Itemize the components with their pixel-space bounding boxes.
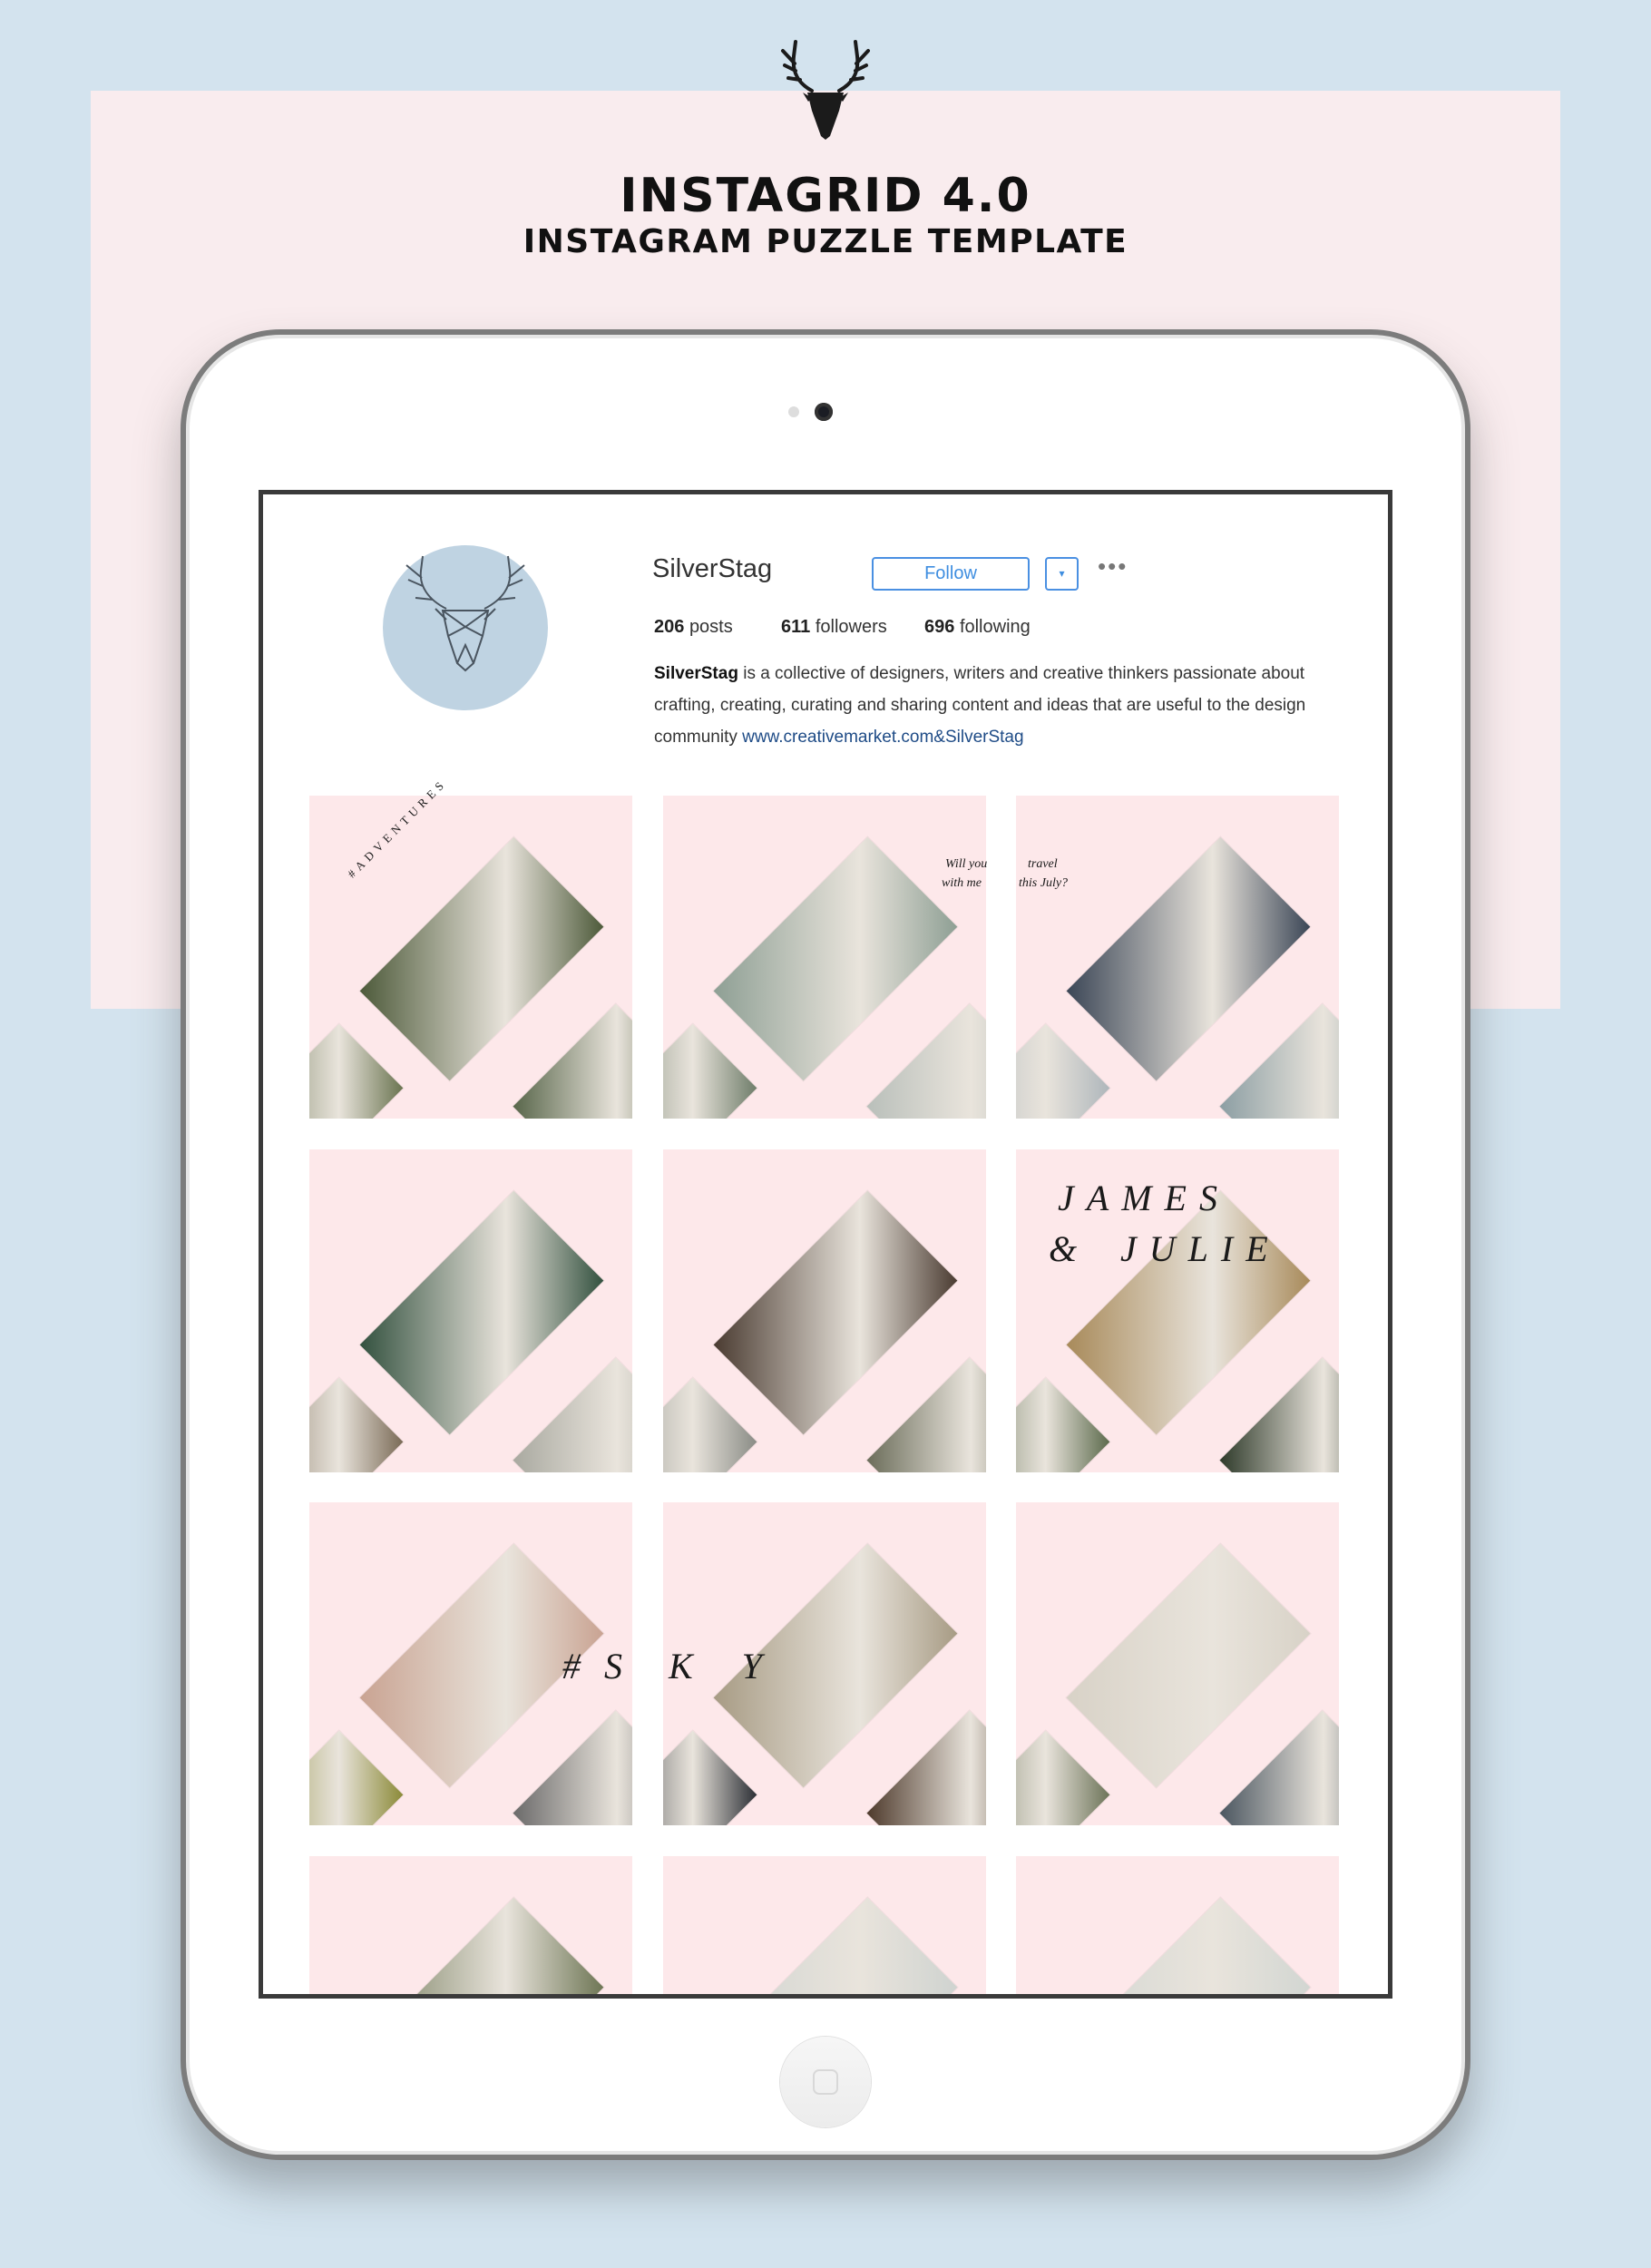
travel-text-2a: with me xyxy=(942,876,982,890)
stag-outline-icon xyxy=(405,555,525,672)
post-photo xyxy=(359,1190,604,1435)
post-photo xyxy=(713,1190,958,1435)
instagram-screen: SilverStag Follow ▾ ••• 206 posts 611 fo… xyxy=(259,490,1392,1999)
post-photo xyxy=(713,1897,958,1994)
post-photo xyxy=(359,1897,604,1994)
home-square-icon xyxy=(813,2069,838,2095)
grid-post-9[interactable] xyxy=(1016,1502,1339,1825)
profile-bio: SilverStag is a collective of designers,… xyxy=(654,658,1343,753)
post-photo xyxy=(1066,1543,1311,1788)
sky-text-b: K Y xyxy=(669,1646,782,1686)
post-photo xyxy=(359,836,604,1081)
post-photo xyxy=(513,1003,632,1119)
stat-following[interactable]: 696 following xyxy=(924,617,1031,638)
grid-post-3[interactable] xyxy=(1016,796,1339,1119)
stat-posts[interactable]: 206 posts xyxy=(654,617,733,638)
sky-text-a: # S xyxy=(562,1646,630,1686)
grid-post-10[interactable] xyxy=(309,1856,632,1994)
post-photo xyxy=(1016,1377,1110,1472)
grid-post-2[interactable] xyxy=(663,796,986,1119)
ampersand-text: & xyxy=(1049,1228,1078,1269)
travel-text-2b: this July? xyxy=(1019,876,1069,890)
page-subtitle: INSTAGRAM PUZZLE TEMPLATE xyxy=(523,223,1128,260)
stat-label: posts xyxy=(689,617,733,637)
post-photo xyxy=(1016,1730,1110,1825)
post-photo xyxy=(309,1730,404,1825)
bio-name: SilverStag xyxy=(654,664,738,683)
travel-text-1b: travel xyxy=(1028,857,1058,871)
post-photo xyxy=(866,1710,986,1825)
stat-followers[interactable]: 611 followers xyxy=(781,617,887,638)
james-text: JAMES xyxy=(1058,1178,1230,1218)
post-photo xyxy=(309,1023,404,1119)
post-photo xyxy=(1066,836,1311,1081)
post-photo xyxy=(1219,1357,1339,1472)
post-photo xyxy=(1066,1897,1311,1994)
post-photo xyxy=(663,1023,757,1119)
post-photo xyxy=(1016,1023,1110,1119)
post-photo xyxy=(513,1357,632,1472)
post-photo xyxy=(866,1357,986,1472)
stat-count: 206 xyxy=(654,617,685,637)
post-photo xyxy=(713,836,958,1081)
stag-head-icon xyxy=(781,40,870,140)
grid-post-11[interactable] xyxy=(663,1856,986,1994)
avatar[interactable] xyxy=(383,545,548,710)
page-title: INSTAGRID 4.0 xyxy=(620,169,1031,223)
post-photo xyxy=(309,1377,404,1472)
grid-post-1[interactable] xyxy=(309,796,632,1119)
stat-label: followers xyxy=(815,617,887,637)
grid-post-12[interactable] xyxy=(1016,1856,1339,1994)
post-photo xyxy=(513,1710,632,1825)
post-photo xyxy=(1219,1003,1339,1119)
sensor-dot xyxy=(788,406,799,417)
post-photo xyxy=(866,1003,986,1119)
bio-link[interactable]: www.creativemarket.com&SilverStag xyxy=(742,728,1023,747)
post-photo xyxy=(663,1730,757,1825)
grid-post-5[interactable] xyxy=(663,1149,986,1472)
more-options-icon[interactable]: ••• xyxy=(1098,552,1128,581)
stat-label: following xyxy=(959,617,1031,637)
post-photo xyxy=(663,1377,757,1472)
dropdown-button[interactable]: ▾ xyxy=(1045,557,1079,591)
stat-count: 696 xyxy=(924,617,955,637)
home-button[interactable] xyxy=(780,2037,871,2127)
grid-post-4[interactable] xyxy=(309,1149,632,1472)
julie-text: JULIE xyxy=(1120,1228,1281,1269)
profile-username: SilverStag xyxy=(652,554,773,583)
stat-count: 611 xyxy=(781,617,811,637)
post-photo xyxy=(1219,1710,1339,1825)
camera-icon xyxy=(815,403,833,421)
travel-text-1a: Will you xyxy=(945,857,988,871)
follow-button[interactable]: Follow xyxy=(872,557,1030,591)
